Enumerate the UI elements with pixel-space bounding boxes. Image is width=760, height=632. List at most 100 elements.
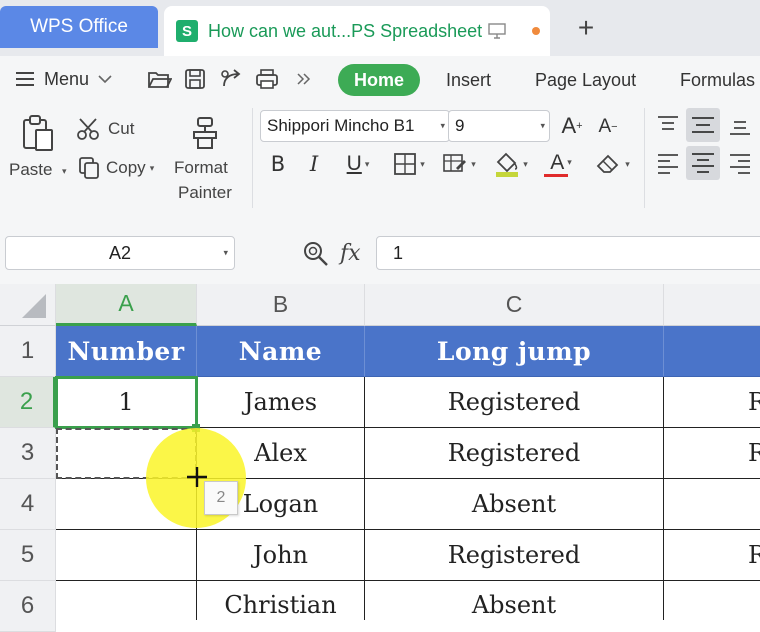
table-cell[interactable] [664,581,760,620]
table-cell[interactable] [664,479,760,530]
zoom-search-icon[interactable] [302,240,330,268]
table-cell[interactable]: R [664,428,760,479]
italic-icon: I [309,152,319,176]
export-icon[interactable] [218,66,244,92]
format-painter-label-line1: Format [174,158,228,177]
align-center-icon [692,153,714,173]
select-all-corner[interactable] [0,284,56,326]
align-bottom-icon[interactable] [726,112,754,138]
row-header-3[interactable]: 3 [0,428,56,479]
column-header-d[interactable] [664,284,760,326]
italic-button[interactable]: I [302,150,326,178]
underline-button[interactable]: U ▾ [338,150,378,178]
table-cell[interactable]: Registered [365,530,664,581]
align-top-icon[interactable] [654,112,682,138]
header-cell-name[interactable]: Name [197,326,365,377]
table-cell[interactable]: Registered [365,428,664,479]
grow-font-button[interactable]: A + [558,110,586,142]
font-name-select[interactable]: Shippori Mincho B1 ▾ [260,110,450,142]
font-size-select[interactable]: 9 ▾ [448,110,550,142]
column-header-a[interactable]: A [56,284,197,326]
paint-bucket-icon [496,152,519,177]
print-icon[interactable] [254,66,280,92]
scissors-icon [77,118,99,140]
row-header-6[interactable]: 6 [0,581,56,632]
font-color-button[interactable]: A ▾ [540,148,582,180]
chevron-down-icon: ▾ [523,158,528,169]
name-box[interactable]: A2 ▾ [5,236,235,270]
tab-formulas-label: Formulas [680,69,756,90]
tab-insert[interactable]: Insert [446,64,491,96]
font-size-value: 9 [455,116,465,135]
chevron-down-icon: ▾ [440,120,445,131]
clear-format-button[interactable]: ▾ [590,150,634,178]
column-header-b[interactable]: B [197,284,365,326]
document-tab[interactable]: S How can we aut...PS Spreadsheet [164,6,550,56]
menu-button[interactable]: Menu [14,64,113,94]
align-left-icon[interactable] [654,150,682,176]
bold-icon: B [270,152,286,176]
table-cell[interactable] [56,581,197,620]
wps-office-tab[interactable]: WPS Office [0,6,158,48]
table-cell[interactable]: John [197,530,365,581]
paste-button[interactable]: Paste ▾ [8,112,68,184]
header-cell-number[interactable]: Number [56,326,197,377]
table-cell[interactable]: R [664,377,760,428]
tab-home[interactable]: Home [338,64,420,96]
select-all-triangle-icon [22,294,46,318]
bold-button[interactable]: B [266,150,290,178]
tab-page-layout-label: Page Layout [535,69,637,90]
font-color-swatch [544,173,568,177]
table-cell[interactable]: R [664,530,760,581]
fill-color-button[interactable]: ▾ [490,148,532,180]
wps-office-tab-label: WPS Office [30,16,128,37]
header-cell-long-jump[interactable]: Long jump [365,326,664,377]
row-header-4[interactable]: 4 [0,479,56,530]
new-tab-button[interactable]: + [566,12,606,44]
format-painter-button[interactable]: Format Painter [172,112,238,208]
row-header-label: 1 [20,337,35,364]
monitor-icon [488,23,506,39]
open-folder-icon[interactable] [146,66,172,92]
insert-function-button[interactable]: fx [340,238,361,268]
table-cell[interactable] [56,530,197,581]
tab-formulas[interactable]: Formulas [680,64,755,96]
eraser-icon [596,154,619,173]
align-center-button[interactable] [686,146,720,180]
cell-text: Absent [471,490,557,518]
header-cell-d[interactable] [664,326,760,377]
cut-button[interactable]: Cut [76,116,134,142]
copy-button[interactable]: Copy ▾ [78,154,154,182]
tab-home-label: Home [353,69,404,90]
more-icon[interactable] [296,72,312,86]
row-header-2[interactable]: 2 [0,377,56,428]
tab-page-layout[interactable]: Page Layout [535,64,636,96]
chevron-down-icon: ▾ [567,157,572,167]
save-icon[interactable] [182,66,208,92]
cell-style-icon [443,154,467,172]
row-header-label: 5 [20,541,35,568]
hamburger-icon [16,72,34,86]
chevron-down-icon: ▾ [364,158,370,169]
ribbon-divider [644,108,645,208]
column-header-c[interactable]: C [365,284,664,326]
chevron-down-icon: ▾ [471,158,476,169]
cell-text: Logan [242,490,319,518]
formula-input[interactable]: 1 [376,236,760,270]
table-cell[interactable]: James [197,377,365,428]
cell-style-button[interactable]: ▾ [438,150,480,178]
borders-button[interactable]: ▾ [388,150,430,178]
autofill-value-tooltip: 2 [204,481,238,515]
shrink-font-button[interactable]: A − [594,112,622,142]
row-header-label: 3 [20,439,35,466]
align-right-icon[interactable] [726,150,754,176]
table-cell[interactable]: Absent [365,581,664,620]
table-cell[interactable]: Absent [365,479,664,530]
cell-text: Absent [471,591,557,619]
row-header-5[interactable]: 5 [0,530,56,581]
align-middle-button[interactable] [686,108,720,142]
chevron-down-icon: ▾ [223,247,228,258]
table-cell[interactable]: Christian [197,581,365,620]
row-header-1[interactable]: 1 [0,326,56,377]
table-cell[interactable]: Registered [365,377,664,428]
